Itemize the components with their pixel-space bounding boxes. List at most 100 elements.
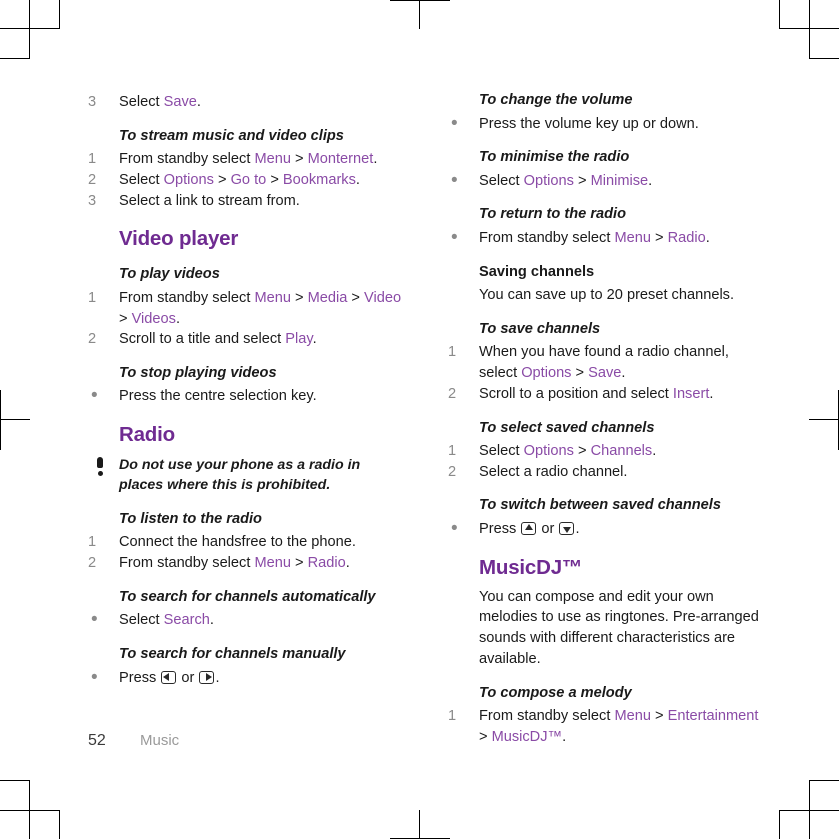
page-footer: 52 Music [88,732,179,750]
step-text: When you have found a radio channel, sel… [479,344,729,382]
step-text: Press or . [479,520,580,537]
heading-play-videos: To play videos [119,266,220,283]
step-text: Select a radio channel. [479,463,628,480]
crop-mark-top-left-h1 [0,28,60,29]
menu-path-token: Media [307,289,348,306]
crop-mark-top-right-h1 [779,28,839,29]
heading-video-player: Video player [119,227,239,251]
step-list-search-manual: • Press or . [88,667,402,689]
right-column: To change the volume • Press the volume k… [448,92,762,747]
crop-mark-top-center-h [390,0,450,1]
step-item: • Press the volume key up or down. [448,112,762,135]
key-left-icon [161,670,177,684]
step-item: 1 Connect the handsfree to the phone. [88,532,402,553]
key-up-icon [521,521,537,535]
step-marker: 2 [448,463,457,480]
step-item: • Press or . [88,667,402,689]
menu-path-token: Options [523,172,574,189]
step-text: Connect the handsfree to the phone. [119,534,356,551]
step-marker: 2 [88,331,97,348]
step-marker: 2 [88,555,97,572]
menu-path-token: MusicDJ™ [491,728,563,745]
step-marker: 1 [88,289,97,306]
step-list-save: 3 Select Save. [88,92,402,113]
crop-mark-top-left-v2 [59,0,60,29]
step-marker: 1 [448,344,457,361]
step-list-compose-melody: 1 From standby select Menu > Entertainmen… [448,706,762,747]
exclamation-icon [95,457,105,477]
menu-path-token: Radio [667,229,706,246]
step-list-select-saved: 1 Select Options > Channels. 2 Select a rad… [448,441,762,482]
step-item: 3 Select a link to stream from. [88,191,402,212]
step-text: Select Save. [119,94,201,110]
step-text: Press the centre selection key. [119,388,317,405]
menu-path-token: Menu [254,555,291,572]
heading-search-manual: To search for channels manually [119,646,346,663]
bullet-marker: • [451,112,458,134]
step-text: From standby select Menu > Radio. [479,229,710,246]
step-item: 2 Scroll to a title and select Play. [88,329,402,350]
menu-path-token: Save [588,365,622,382]
step-list-return-radio: • From standby select Menu > Radio. [448,227,762,249]
menu-path-token: Channels [590,443,653,460]
step-item: 2 Select a radio channel. [448,462,762,483]
step-item: • Select Options > Minimise. [448,170,762,192]
heading-return-radio: To return to the radio [479,206,627,223]
menu-path-token: Search [163,612,210,629]
crop-mark-bottom-right-v2 [779,810,780,839]
step-item: 2 Scroll to a position and select Insert. [448,384,762,405]
crop-mark-top-right-h2 [809,58,839,59]
step-item: 1 When you have found a radio channel, se… [448,342,762,383]
bullet-marker: • [91,609,98,631]
step-item: • Press or . [448,517,762,540]
heading-stream-clips: To stream music and video clips [119,127,344,144]
menu-path-token: Monternet [307,151,374,168]
step-item: 2 From standby select Menu > Radio. [88,553,402,574]
menu-path-token: Menu [614,229,651,246]
step-item: 1 From standby select Menu > Entertainmen… [448,706,762,747]
step-text: Select Options > Go to > Bookmarks. [119,171,360,188]
menu-path-token: Video [364,289,402,306]
step-item: 2 Select Options > Go to > Bookmarks. [88,170,402,191]
crop-mark-bottom-right-h2 [809,780,839,781]
menu-path-token: Go to [230,171,267,188]
crop-mark-bottom-left-h1 [0,810,60,811]
heading-switch-saved: To switch between saved channels [479,497,721,514]
crop-mark-mid-left-v [0,390,1,450]
left-column: 3 Select Save. To stream music and video… [88,92,402,688]
bullet-marker: • [451,517,458,539]
paragraph-musicdj: You can compose and edit your own melodi… [479,588,759,667]
step-text: Select Search. [119,612,214,629]
menu-path-token: Insert [672,385,710,402]
menu-path-token: Minimise [590,172,649,189]
menu-path-token: Options [163,171,214,188]
step-text: From standby select Menu > Radio. [119,555,350,572]
step-list-stream-clips: 1 From standby select Menu > Monternet. 2 S… [88,149,402,211]
paragraph-saving-channels: You can save up to 20 preset channels. [479,287,735,304]
key-right-icon [199,670,215,684]
menu-path-token: Videos [131,310,176,327]
crop-mark-bottom-left-h2 [0,780,30,781]
step-marker: 1 [88,534,97,551]
menu-path-token: Bookmarks [282,171,356,188]
step-item: 1 Select Options > Channels. [448,441,762,462]
crop-mark-mid-left-h [0,419,30,420]
step-list-minimise-radio: • Select Options > Minimise. [448,170,762,192]
manual-page: 3 Select Save. To stream music and video… [0,0,839,839]
heading-minimise-radio: To minimise the radio [479,149,630,166]
heading-save-channels: To save channels [479,320,601,337]
step-list-change-volume: • Press the volume key up or down. [448,112,762,135]
heading-saving-channels: Saving channels [479,263,595,280]
step-text: From standby select Menu > Monternet. [119,151,378,168]
crop-mark-top-right-v1 [809,0,810,59]
menu-path-token: Menu [254,151,291,168]
step-marker: 1 [448,708,457,725]
step-marker: 3 [88,192,97,209]
step-list-save-channels: 1 When you have found a radio channel, se… [448,342,762,404]
menu-path-token: Entertainment [667,708,759,725]
menu-path-token: Play [285,331,313,348]
step-list-play-videos: 1 From standby select Menu > Media > Vide… [88,288,402,350]
radio-warning-text: Do not use your phone as a radio in plac… [119,457,361,494]
radio-warning-note: Do not use your phone as a radio in plac… [97,456,402,496]
crop-mark-bottom-right-h1 [779,810,839,811]
